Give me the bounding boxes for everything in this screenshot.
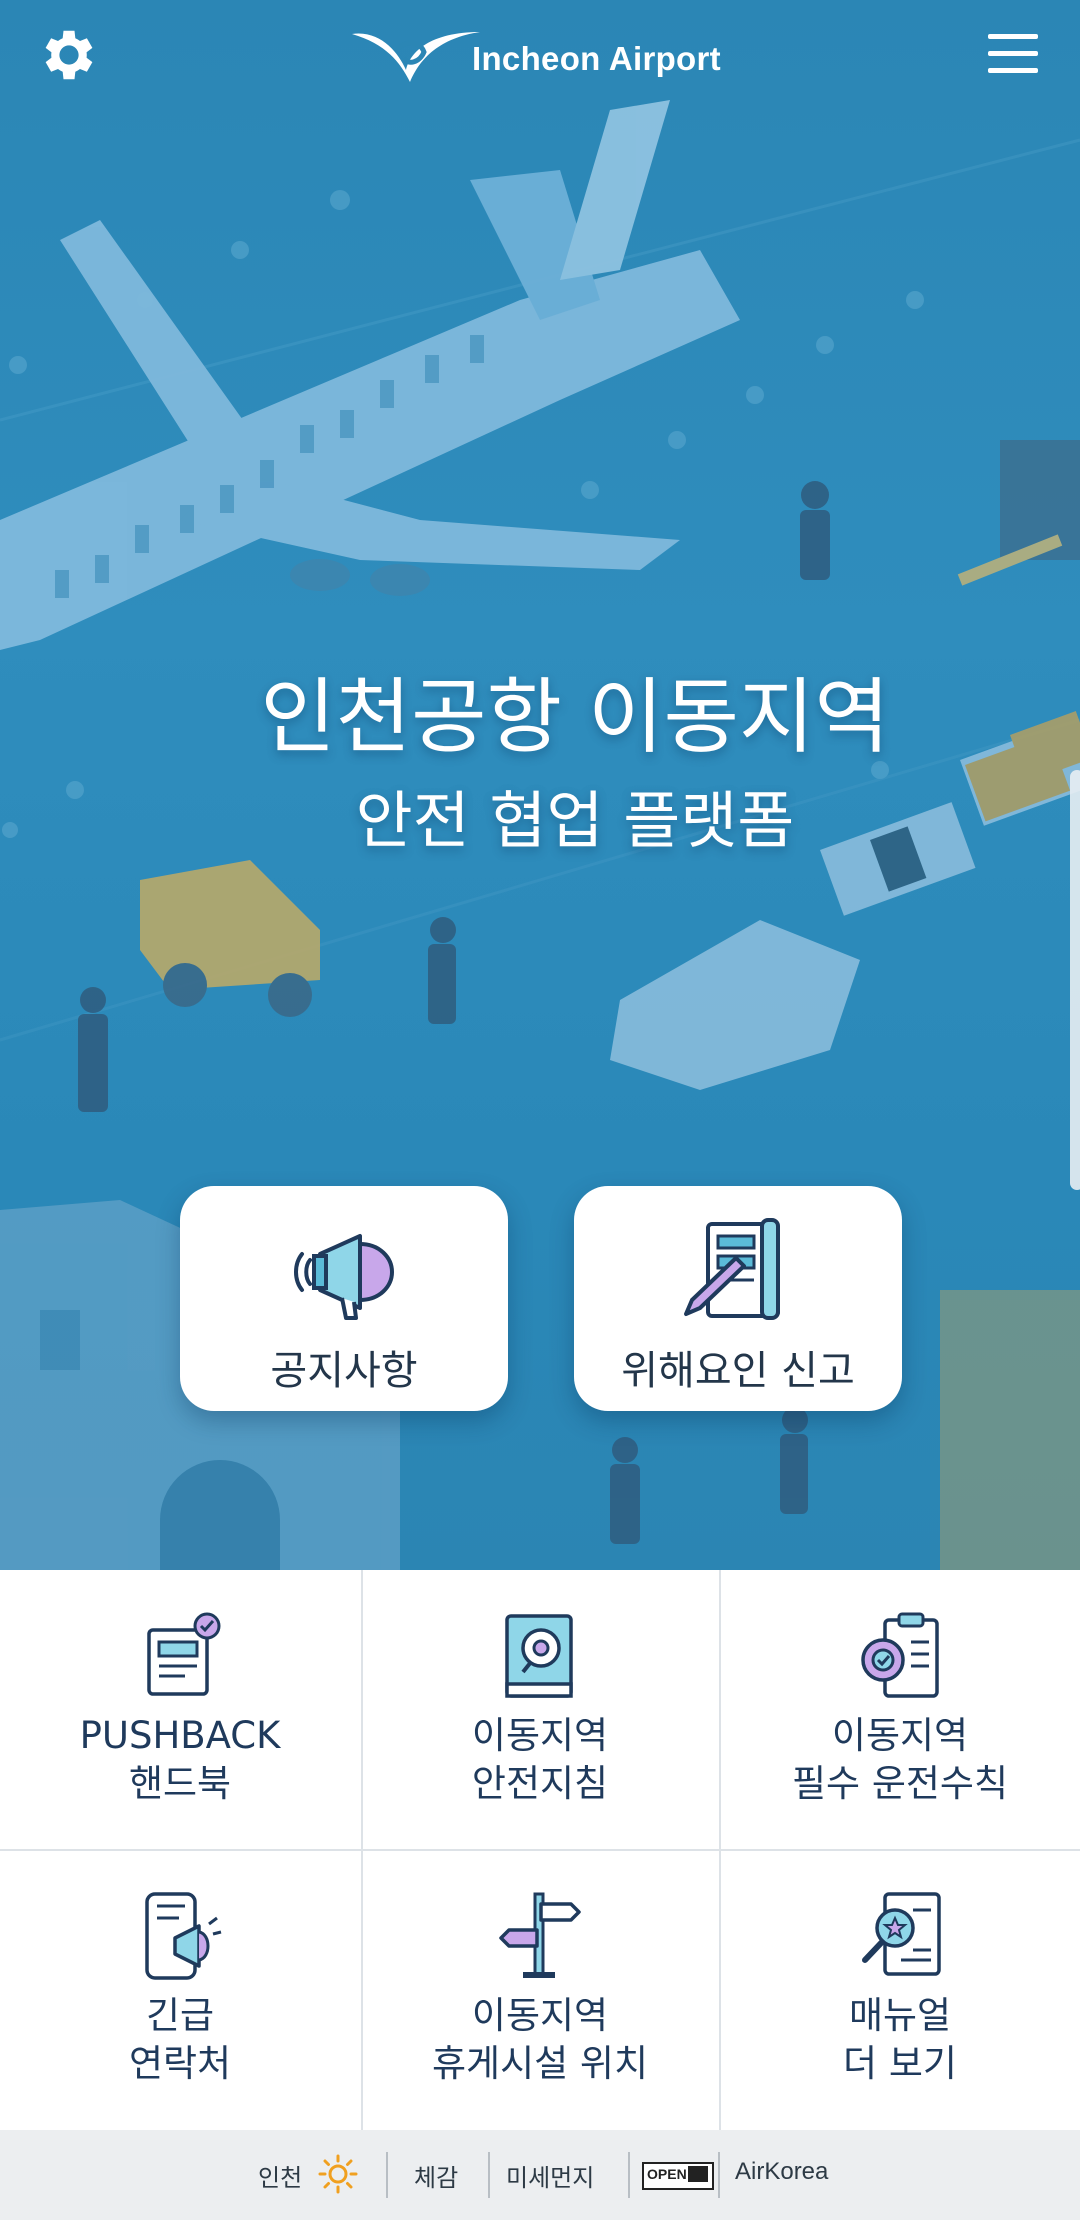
hamburger-menu-icon: [988, 34, 1038, 73]
megaphone-icon: [294, 1234, 395, 1320]
manual-search-icon: [862, 1892, 941, 1976]
hero-subtitle: 안전 협업 플랫폼: [355, 784, 795, 857]
tile-rest-facilities[interactable]: 이동지역 휴게시설 위치: [360, 1850, 720, 2130]
gear-icon: [45, 30, 93, 80]
license-mark-icon: [688, 2166, 708, 2182]
fine-dust-label: 미세먼지: [506, 2164, 595, 2192]
tile-label-line2: 더 보기: [843, 2042, 957, 2085]
side-drawer-handle[interactable]: [1070, 770, 1080, 1190]
location-label: 인천: [258, 2164, 303, 2192]
footer-separator: [718, 2152, 720, 2198]
top-bar: Incheon Airport: [0, 0, 1080, 110]
sun-icon: [318, 2154, 358, 2194]
menu-grid: PUSHBACK 핸드북 이동지역 안전지침 이동지역 필수 운전수칙 긴급 연…: [0, 1570, 1080, 2130]
tile-safety-guidelines[interactable]: 이동지역 안전지침: [360, 1570, 720, 1850]
tile-label-line2: 안전지침: [471, 1762, 609, 1805]
tile-label-line2: 핸드북: [128, 1762, 232, 1805]
notice-card-button[interactable]: 공지사항: [180, 1186, 508, 1411]
tile-label-line1: 이동지역: [471, 1714, 609, 1757]
tile-pushback-handbook[interactable]: PUSHBACK 핸드북: [0, 1570, 360, 1850]
tile-label: 이동지역 필수 운전수칙: [720, 1712, 1080, 1808]
notice-card-label: 공지사항: [270, 1348, 418, 1394]
tile-label: 이동지역 휴게시설 위치: [360, 1992, 720, 2088]
tile-label-line1: 긴급: [145, 1994, 215, 2037]
airport-logo-icon: [352, 32, 480, 82]
tile-label-line1: 이동지역: [471, 1994, 609, 2037]
grid-divider: [0, 1849, 1080, 1851]
logo-text: Incheon Airport: [472, 40, 721, 77]
incheon-airport-logo: Incheon Airport: [350, 22, 740, 92]
hazard-report-card-button[interactable]: 위해요인 신고: [574, 1186, 902, 1411]
tile-driving-rules[interactable]: 이동지역 필수 운전수칙: [720, 1570, 1080, 1850]
tile-label: 매뉴얼 더 보기: [720, 1992, 1080, 2088]
tile-label-line1: 매뉴얼: [848, 1994, 952, 2037]
tile-label: PUSHBACK 핸드북: [0, 1712, 360, 1808]
tile-emergency-contacts[interactable]: 긴급 연락처: [0, 1850, 360, 2130]
tile-label-line2: 필수 운전수칙: [791, 1762, 1008, 1805]
feels-like-label: 체감: [414, 2164, 459, 2192]
safety-guide-book-icon: [505, 1614, 573, 1698]
footer-separator: [488, 2152, 490, 2198]
driving-rules-clipboard-icon: [861, 1612, 939, 1698]
menu-button[interactable]: [984, 26, 1042, 82]
footer-separator: [628, 2152, 630, 2198]
tile-label: 이동지역 안전지침: [360, 1712, 720, 1808]
airkorea-source-link[interactable]: AirKorea: [735, 2158, 828, 2186]
open-badge-text: OPEN: [647, 2166, 687, 2182]
hero-banner: Incheon Airport 인천공항 이동지역 안전 협업 플랫폼 공지사항: [0, 0, 1080, 1570]
hazard-report-card-label: 위해요인 신고: [621, 1348, 855, 1394]
signpost-icon: [499, 1892, 581, 1978]
tile-label-line1: 이동지역: [831, 1714, 969, 1757]
tile-more-manuals[interactable]: 매뉴얼 더 보기: [720, 1850, 1080, 2130]
tile-label-line1: PUSHBACK: [79, 1714, 281, 1757]
open-license-badge: OPEN: [642, 2162, 714, 2190]
tile-label-line2: 휴게시설 위치: [431, 2042, 648, 2085]
handbook-icon: [147, 1612, 221, 1696]
report-document-icon: [684, 1218, 780, 1320]
footer-separator: [386, 2152, 388, 2198]
hero-title: 인천공항 이동지역: [260, 670, 890, 765]
settings-button[interactable]: [36, 22, 102, 88]
tile-label: 긴급 연락처: [0, 1992, 360, 2088]
weather-footer: 인천 체감 미세먼지 OPEN AirKorea: [0, 2130, 1080, 2220]
emergency-phone-icon: [145, 1892, 222, 1980]
tile-label-line2: 연락처: [128, 2042, 232, 2085]
